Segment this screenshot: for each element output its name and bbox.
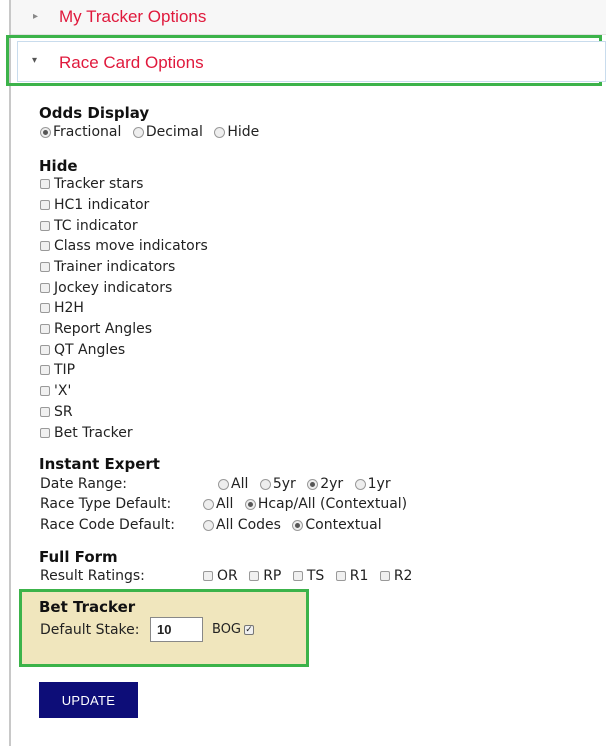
odds-option-hide[interactable]: Hide xyxy=(214,124,259,140)
radio-icon[interactable] xyxy=(354,478,366,490)
race-type-options: All Hcap/All (Contextual) xyxy=(203,496,414,512)
checkbox-icon[interactable] xyxy=(379,571,390,581)
rating-r1[interactable]: R1 xyxy=(335,568,368,584)
race-code-options: All Codes Contextual xyxy=(203,517,389,533)
chevron-right-icon: ▸ xyxy=(33,11,39,22)
accordion-title: Race Card Options xyxy=(59,53,204,72)
race-code-all-codes[interactable]: All Codes xyxy=(203,517,281,533)
hide-item-trainer[interactable]: Trainer indicators xyxy=(40,259,175,275)
radio-icon[interactable] xyxy=(214,126,226,138)
hide-item-h2h[interactable]: H2H xyxy=(40,300,84,316)
left-border xyxy=(9,0,11,746)
default-stake-input[interactable]: 10 xyxy=(150,617,203,642)
race-code-label: Race Code Default: xyxy=(40,517,175,533)
radio-icon[interactable] xyxy=(244,498,256,510)
radio-icon[interactable] xyxy=(203,519,214,531)
hide-item-sr[interactable]: SR xyxy=(40,404,73,420)
checkbox-icon[interactable] xyxy=(40,324,50,334)
rating-r2[interactable]: R2 xyxy=(379,568,412,584)
hide-item-x[interactable]: 'X' xyxy=(40,383,71,399)
checkbox-icon[interactable] xyxy=(203,571,213,581)
checkbox-icon[interactable] xyxy=(249,571,260,581)
rating-ts[interactable]: TS xyxy=(292,568,324,584)
checkbox-icon[interactable] xyxy=(40,262,50,272)
radio-icon[interactable] xyxy=(203,498,214,510)
radio-icon[interactable] xyxy=(307,478,319,490)
accordion-my-tracker-options[interactable]: ▸ My Tracker Options xyxy=(11,0,606,35)
hide-item-hc1[interactable]: HC1 indicator xyxy=(40,197,149,213)
update-button[interactable]: UPDATE xyxy=(39,682,138,718)
instant-expert-heading: Instant Expert xyxy=(39,455,160,473)
bog-option[interactable]: BOG ✓ xyxy=(212,622,254,637)
hide-item-jockey[interactable]: Jockey indicators xyxy=(40,280,172,296)
checkbox-icon[interactable] xyxy=(40,283,50,293)
hide-item-report-angles[interactable]: Report Angles xyxy=(40,321,152,337)
checkbox-icon[interactable] xyxy=(335,571,346,581)
odds-display-heading: Odds Display xyxy=(39,104,150,122)
checkbox-icon[interactable] xyxy=(40,345,50,355)
hide-heading: Hide xyxy=(39,157,78,175)
checkbox-icon[interactable] xyxy=(292,571,303,581)
checkbox-icon[interactable] xyxy=(40,179,50,189)
odds-option-decimal[interactable]: Decimal xyxy=(132,124,203,140)
full-form-heading: Full Form xyxy=(39,548,118,566)
radio-icon[interactable] xyxy=(132,126,144,138)
accordion-title: My Tracker Options xyxy=(59,7,207,26)
race-code-contextual[interactable]: Contextual xyxy=(292,517,382,533)
checkbox-icon[interactable] xyxy=(40,428,50,438)
rating-rp[interactable]: RP xyxy=(249,568,281,584)
date-range-label: Date Range: xyxy=(40,476,128,492)
result-ratings-options: OR RP TS R1 R2 xyxy=(203,568,419,584)
checkmark-icon[interactable]: ✓ xyxy=(244,624,254,635)
race-type-hcap[interactable]: Hcap/All (Contextual) xyxy=(244,496,407,512)
hide-item-bet-tracker[interactable]: Bet Tracker xyxy=(40,425,133,441)
date-range-all[interactable]: All xyxy=(218,476,248,492)
chevron-down-icon: ▾ xyxy=(32,55,38,66)
accordion-race-card-options[interactable]: ▾ Race Card Options xyxy=(17,41,606,82)
checkbox-icon[interactable] xyxy=(40,365,50,375)
date-range-5yr[interactable]: 5yr xyxy=(259,476,296,492)
radio-icon[interactable] xyxy=(259,478,271,490)
checkbox-icon[interactable] xyxy=(40,200,50,210)
checkbox-icon[interactable] xyxy=(40,241,50,251)
hide-item-tracker-stars[interactable]: Tracker stars xyxy=(40,176,143,192)
checkbox-icon[interactable] xyxy=(40,386,50,396)
hide-item-tc[interactable]: TC indicator xyxy=(40,218,138,234)
result-ratings-label: Result Ratings: xyxy=(40,568,145,584)
race-type-all[interactable]: All xyxy=(203,496,233,512)
radio-icon[interactable] xyxy=(40,126,51,138)
checkbox-icon[interactable] xyxy=(40,407,50,417)
default-stake-label: Default Stake: xyxy=(40,622,140,638)
date-range-1yr[interactable]: 1yr xyxy=(354,476,391,492)
radio-icon[interactable] xyxy=(292,519,304,531)
checkbox-icon[interactable] xyxy=(40,303,50,313)
hide-item-tip[interactable]: TIP xyxy=(40,362,75,378)
date-range-2yr[interactable]: 2yr xyxy=(307,476,343,492)
odds-option-fractional[interactable]: Fractional xyxy=(40,124,121,140)
date-range-options: All 5yr 2yr 1yr xyxy=(218,476,398,492)
hide-item-qt-angles[interactable]: QT Angles xyxy=(40,342,125,358)
odds-options: Fractional Decimal Hide xyxy=(40,124,266,140)
bet-tracker-heading: Bet Tracker xyxy=(39,598,136,616)
rating-or[interactable]: OR xyxy=(203,568,238,584)
hide-item-class-move[interactable]: Class move indicators xyxy=(40,238,208,254)
race-type-label: Race Type Default: xyxy=(40,496,172,512)
radio-icon[interactable] xyxy=(218,478,229,490)
checkbox-icon[interactable] xyxy=(40,221,50,231)
